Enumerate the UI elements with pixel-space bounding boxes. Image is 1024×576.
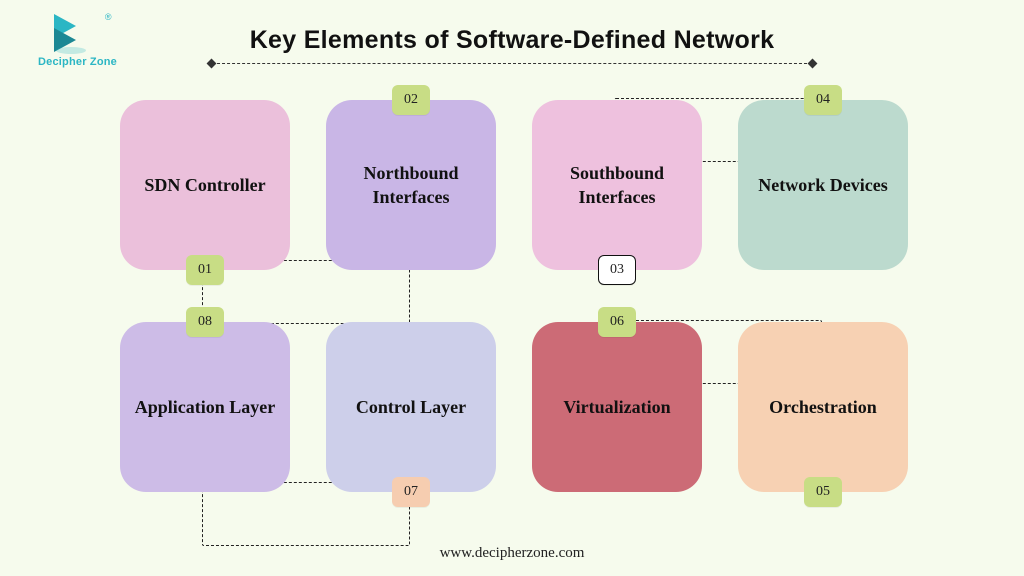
page-title: Key Elements of Software-Defined Network bbox=[250, 26, 775, 55]
title-divider bbox=[212, 63, 812, 64]
element-number-badge: 03 bbox=[598, 255, 636, 285]
element-label: Northbound Interfaces bbox=[336, 161, 486, 210]
element-label: Network Devices bbox=[758, 173, 887, 197]
element-label: Virtualization bbox=[563, 395, 670, 419]
footer-url: www.decipherzone.com bbox=[0, 545, 1024, 562]
element-number-badge: 04 bbox=[804, 85, 842, 115]
element-card: Northbound Interfaces02 bbox=[326, 100, 496, 270]
element-label: Control Layer bbox=[356, 395, 466, 419]
element-card: Network Devices04 bbox=[738, 100, 908, 270]
element-number-badge: 08 bbox=[186, 307, 224, 337]
element-label: Southbound Interfaces bbox=[542, 161, 692, 210]
element-label: Application Layer bbox=[135, 395, 276, 419]
element-number-badge: 02 bbox=[392, 85, 430, 115]
title-block: Key Elements of Software-Defined Network bbox=[0, 26, 1024, 64]
element-card: Application Layer08 bbox=[120, 322, 290, 492]
element-number-badge: 05 bbox=[804, 477, 842, 507]
element-card: Control Layer07 bbox=[326, 322, 496, 492]
element-label: Orchestration bbox=[769, 395, 877, 419]
element-number-badge: 01 bbox=[186, 255, 224, 285]
element-card: Southbound Interfaces03 bbox=[532, 100, 702, 270]
registered-icon: ® bbox=[105, 12, 112, 22]
elements-grid: SDN Controller01Northbound Interfaces02S… bbox=[120, 100, 910, 492]
element-card: Orchestration05 bbox=[738, 322, 908, 492]
element-number-badge: 07 bbox=[392, 477, 430, 507]
element-card: Virtualization06 bbox=[532, 322, 702, 492]
element-card: SDN Controller01 bbox=[120, 100, 290, 270]
element-label: SDN Controller bbox=[144, 173, 265, 197]
element-number-badge: 06 bbox=[598, 307, 636, 337]
